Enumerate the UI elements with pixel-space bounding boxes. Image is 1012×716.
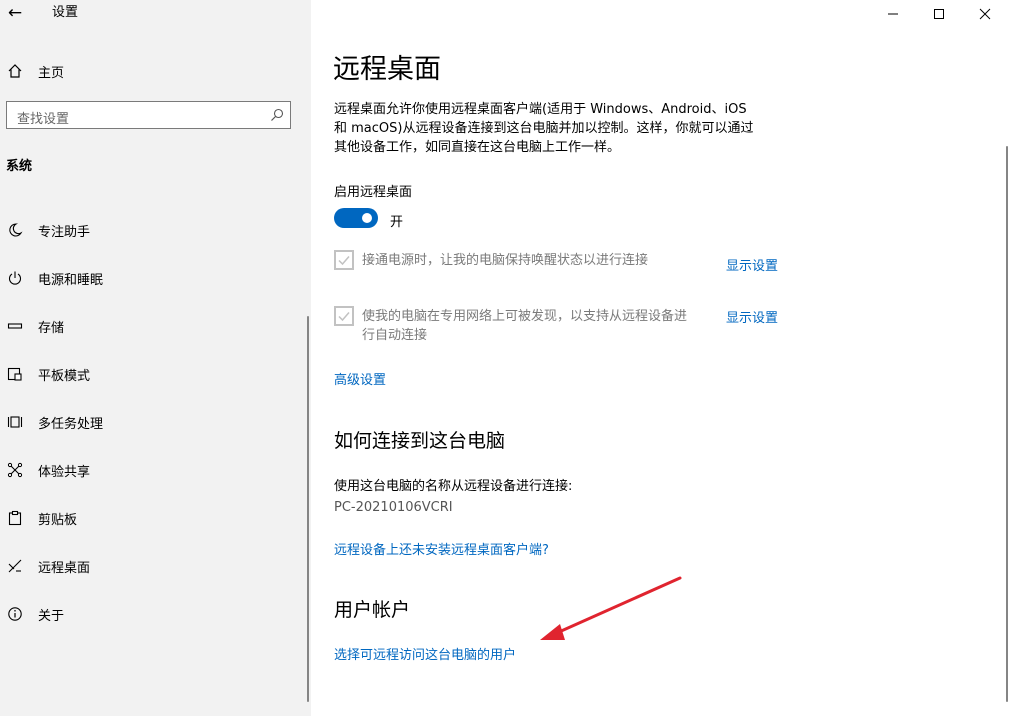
- home-icon: [6, 62, 24, 80]
- sidebar-item-focus-assist[interactable]: 专注助手: [0, 214, 300, 246]
- show-settings-link-1[interactable]: 显示设置: [726, 255, 778, 274]
- pc-name: PC-20210106VCRI: [334, 500, 453, 515]
- sidebar-item-label: 存储: [38, 320, 65, 336]
- advanced-settings-link[interactable]: 高级设置: [334, 369, 386, 388]
- share-icon: [6, 461, 24, 479]
- sidebar-item-shared-experiences[interactable]: 体验共享: [0, 454, 300, 486]
- power-icon: [6, 269, 24, 287]
- sidebar-item-clipboard[interactable]: 剪贴板: [0, 502, 300, 534]
- option-line: 使我的电脑在专用网络上可被发现，以支持从远程设备进: [362, 309, 688, 324]
- sidebar-item-remote-desktop[interactable]: 远程桌面: [0, 550, 300, 582]
- description: 远程桌面允许你使用远程桌面客户端(适用于 Windows、Android、iOS…: [334, 100, 784, 157]
- sidebar-item-multitasking[interactable]: 多任务处理: [0, 406, 300, 438]
- checkmark-icon: [338, 256, 350, 266]
- minimize-icon: [888, 13, 898, 15]
- sidebar-item-storage[interactable]: 存储: [0, 310, 300, 342]
- select-users-link[interactable]: 选择可远程访问这台电脑的用户: [334, 644, 516, 663]
- storage-icon: [6, 317, 24, 335]
- description-line: 远程桌面允许你使用远程桌面客户端(适用于 Windows、Android、iOS: [334, 102, 747, 117]
- no-client-link[interactable]: 远程设备上还未安装远程桌面客户端?: [334, 539, 549, 558]
- connect-heading: 如何连接到这台电脑: [334, 430, 506, 452]
- description-line: 和 macOS)从远程设备连接到这台电脑并加以控制。这样，你就可以通过: [334, 121, 754, 136]
- show-settings-link-2[interactable]: 显示设置: [726, 307, 778, 326]
- discoverable-label: 使我的电脑在专用网络上可被发现，以支持从远程设备进 行自动连接: [362, 307, 687, 345]
- sidebar-scrollbar[interactable]: [307, 316, 309, 702]
- search-input[interactable]: 查找设置: [6, 101, 291, 129]
- moon-icon: [6, 221, 24, 239]
- toggle-knob: [362, 213, 372, 223]
- info-icon: [6, 605, 24, 623]
- enable-remote-desktop-label: 启用远程桌面: [334, 185, 413, 200]
- connect-text: 使用这台电脑的名称从远程设备进行连接:: [334, 479, 573, 494]
- sidebar-item-about[interactable]: 关于: [0, 598, 300, 630]
- sidebar-item-power-sleep[interactable]: 电源和睡眠: [0, 262, 300, 294]
- tablet-icon: [6, 365, 24, 383]
- maximize-button[interactable]: [916, 0, 962, 28]
- sidebar-item-label: 剪贴板: [38, 512, 78, 528]
- sidebar-item-label: 体验共享: [38, 464, 91, 480]
- sidebar-item-label: 关于: [38, 608, 65, 624]
- sidebar-item-home[interactable]: 主页: [0, 56, 300, 86]
- maximize-icon: [934, 9, 944, 19]
- remote-desktop-toggle[interactable]: [334, 208, 378, 228]
- sidebar-item-label: 电源和睡眠: [38, 272, 104, 288]
- group-title: 系统: [6, 159, 33, 174]
- search-placeholder: 查找设置: [17, 112, 70, 127]
- sidebar-item-label: 专注助手: [38, 224, 91, 240]
- sidebar-item-label: 平板模式: [38, 368, 91, 384]
- close-button[interactable]: [962, 0, 1008, 28]
- toggle-state-label: 开: [390, 215, 404, 230]
- search-icon[interactable]: [270, 108, 284, 122]
- remote-desktop-icon: [6, 557, 24, 575]
- main-scrollbar[interactable]: [1006, 146, 1008, 702]
- minimize-button[interactable]: [870, 0, 916, 28]
- sidebar: ← 设置 主页 查找设置 系统 专注助手 电源和睡眠 存储 平板模式 多任务处理…: [0, 0, 311, 716]
- keep-awake-label: 接通电源时，让我的电脑保持唤醒状态以进行连接: [362, 251, 648, 270]
- sidebar-item-label: 主页: [38, 65, 65, 81]
- discoverable-checkbox[interactable]: [334, 306, 354, 326]
- clipboard-icon: [6, 509, 24, 527]
- back-arrow-icon[interactable]: ←: [4, 2, 26, 24]
- window-title: 设置: [52, 5, 79, 20]
- keep-awake-checkbox[interactable]: [334, 250, 354, 270]
- option-line: 接通电源时，让我的电脑保持唤醒状态以进行连接: [362, 253, 649, 268]
- option-line: 行自动连接: [362, 328, 428, 343]
- close-icon: [979, 8, 991, 20]
- page-title: 远程桌面: [333, 54, 441, 85]
- sidebar-item-tablet-mode[interactable]: 平板模式: [0, 358, 300, 390]
- checkmark-icon: [338, 312, 350, 322]
- annotation-arrow-icon: [540, 576, 682, 640]
- sidebar-item-label: 远程桌面: [38, 560, 91, 576]
- description-line: 其他设备工作，如同直接在这台电脑上工作一样。: [334, 140, 621, 155]
- accounts-heading: 用户帐户: [334, 599, 411, 621]
- multitask-icon: [6, 413, 24, 431]
- sidebar-item-label: 多任务处理: [38, 416, 104, 432]
